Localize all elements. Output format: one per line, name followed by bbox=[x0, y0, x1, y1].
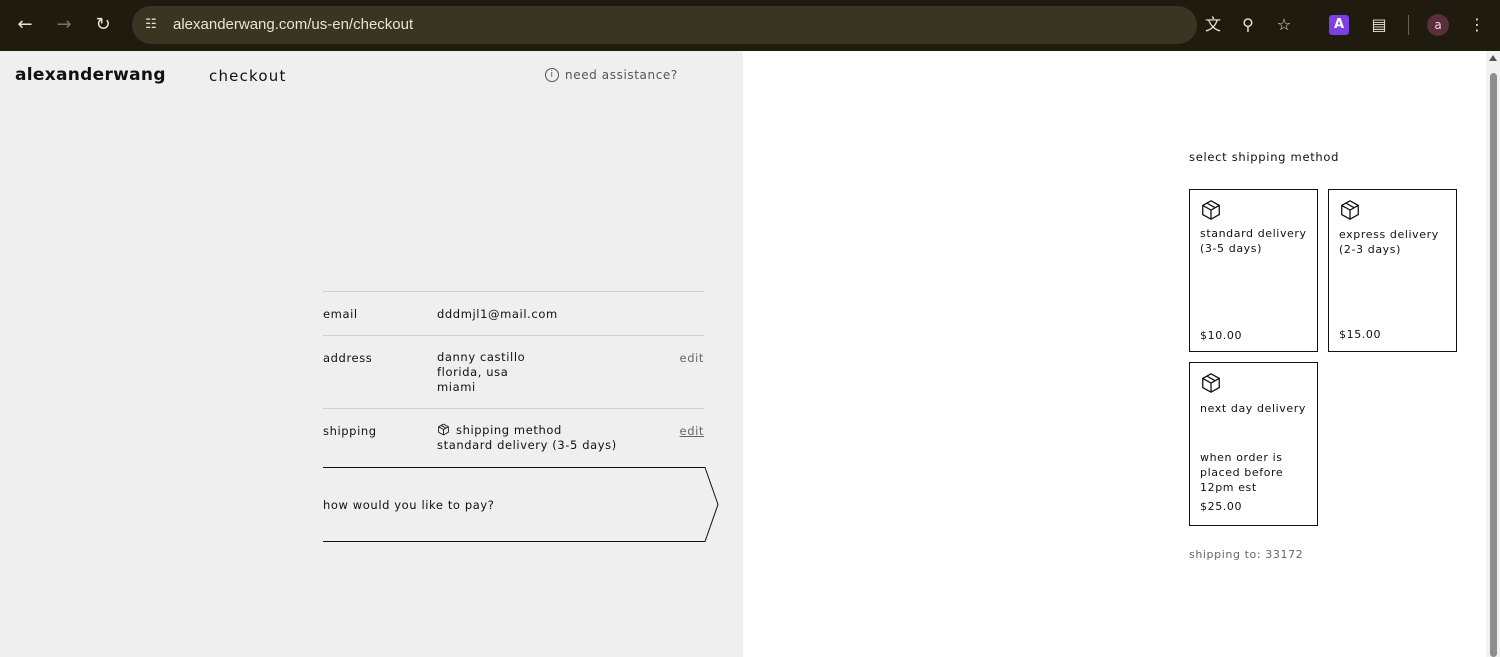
brand-logo[interactable]: alexanderwang bbox=[15, 65, 166, 85]
shipping-option-standard[interactable]: standard delivery (3-5 days) $10.00 bbox=[1189, 189, 1318, 352]
shipping-method-heading-text: shipping method bbox=[456, 423, 562, 437]
browser-toolbar: ← → ↻ ☷ alexanderwang.com/us-en/checkout… bbox=[0, 0, 1500, 51]
address-line: danny castillo bbox=[437, 350, 526, 364]
shipping-method-heading: shipping method bbox=[437, 423, 617, 438]
address-line: miami bbox=[437, 380, 476, 394]
shipping-method-pane bbox=[743, 51, 1486, 657]
bookmark-star-icon[interactable]: ☆ bbox=[1273, 14, 1295, 36]
page-title: checkout bbox=[209, 67, 287, 85]
extensions-puzzle-icon[interactable]: ▤ bbox=[1368, 14, 1390, 36]
shipping-edit-link[interactable]: edit bbox=[680, 424, 704, 438]
shipping-to-zip: shipping to: 33172 bbox=[1189, 548, 1304, 561]
payment-step-label: how would you like to pay? bbox=[323, 498, 495, 512]
toolbar-divider bbox=[1408, 15, 1409, 35]
order-summary: email dddmjl1@mail.com address danny cas… bbox=[323, 291, 704, 466]
extension-icon[interactable]: A bbox=[1329, 15, 1349, 35]
scroll-up-arrow-icon[interactable] bbox=[1489, 55, 1497, 61]
shipping-option-price: $10.00 bbox=[1200, 329, 1243, 342]
profile-avatar[interactable]: a bbox=[1427, 14, 1449, 36]
menu-dots-icon[interactable]: ⋮ bbox=[1466, 14, 1488, 36]
need-assistance-link[interactable]: i need assistance? bbox=[545, 68, 678, 82]
shipping-option-price: $15.00 bbox=[1339, 328, 1382, 341]
translate-icon[interactable]: 文 bbox=[1202, 14, 1224, 36]
checkout-summary-pane: alexanderwang checkout i need assistance… bbox=[0, 51, 743, 657]
box-icon bbox=[1202, 200, 1220, 220]
email-value: dddmjl1@mail.com bbox=[437, 307, 558, 321]
shipping-method-title: select shipping method bbox=[1189, 150, 1340, 164]
payment-step-button[interactable]: how would you like to pay? bbox=[323, 467, 719, 542]
shipping-option-name: standard delivery (3-5 days) bbox=[1200, 227, 1307, 255]
need-assistance-label: need assistance? bbox=[565, 68, 678, 82]
zoom-icon[interactable]: ⚲ bbox=[1237, 14, 1259, 36]
email-label: email bbox=[323, 307, 358, 321]
email-row: email dddmjl1@mail.com bbox=[323, 291, 704, 335]
box-icon bbox=[438, 423, 449, 436]
box-icon bbox=[1341, 200, 1359, 220]
address-edit-link[interactable]: edit bbox=[680, 351, 704, 365]
address-row: address danny castillo florida, usa miam… bbox=[323, 335, 704, 408]
info-icon: i bbox=[545, 68, 559, 82]
shipping-option-name: express delivery (2-3 days) bbox=[1339, 228, 1439, 256]
address-bar[interactable]: ☷ alexanderwang.com/us-en/checkout bbox=[132, 6, 1197, 44]
address-value: danny castillo florida, usa miami bbox=[437, 350, 525, 395]
url-text[interactable]: alexanderwang.com/us-en/checkout bbox=[173, 16, 413, 33]
shipping-value: shipping method standard delivery (3-5 d… bbox=[437, 423, 617, 453]
address-line: florida, usa bbox=[437, 365, 509, 379]
back-icon[interactable]: ← bbox=[13, 13, 37, 37]
shipping-option-note: when order is placed before 12pm est bbox=[1200, 451, 1284, 494]
reload-icon[interactable]: ↻ bbox=[91, 13, 115, 37]
shipping-label: shipping bbox=[323, 424, 377, 438]
shipping-option-next-day[interactable]: next day delivery when order is placed b… bbox=[1189, 362, 1318, 526]
shipping-option-name: next day delivery bbox=[1200, 402, 1306, 415]
box-icon bbox=[1202, 373, 1220, 393]
shipping-option-express[interactable]: express delivery (2-3 days) $15.00 bbox=[1328, 189, 1457, 352]
address-label: address bbox=[323, 351, 373, 365]
shipping-option-price: $25.00 bbox=[1200, 500, 1243, 513]
forward-icon[interactable]: → bbox=[52, 13, 76, 37]
site-info-icon[interactable]: ☷ bbox=[142, 16, 160, 34]
shipping-method-value: standard delivery (3-5 days) bbox=[437, 438, 617, 452]
scrollbar-thumb[interactable] bbox=[1490, 73, 1497, 657]
shipping-row: shipping shipping method standard delive… bbox=[323, 408, 704, 466]
page-scrollbar[interactable] bbox=[1486, 51, 1500, 657]
